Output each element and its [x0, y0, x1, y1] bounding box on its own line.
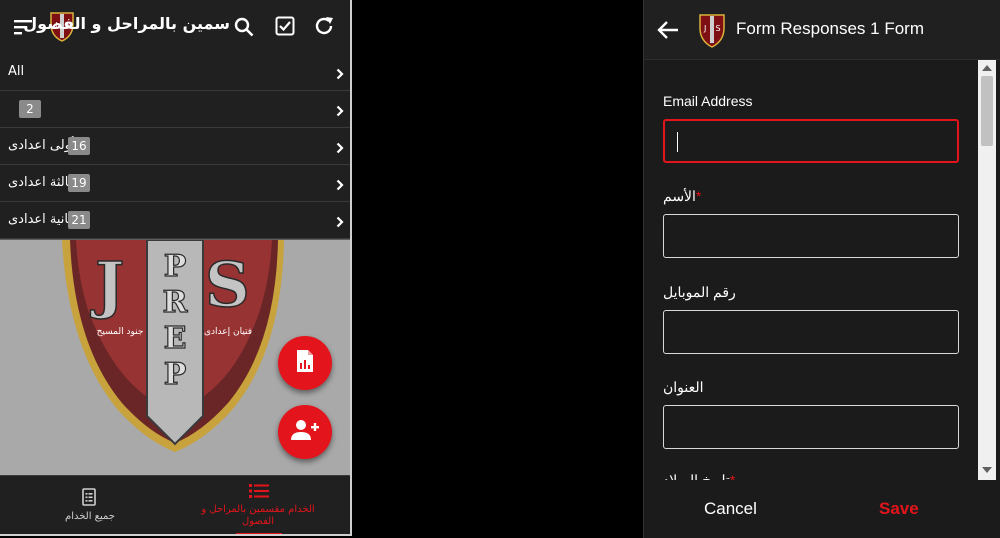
text-cursor — [677, 132, 678, 152]
required-asterisk: * — [729, 472, 736, 480]
list-item-label: أولى اعدادى — [8, 138, 75, 153]
list-item-all[interactable]: All — [0, 54, 350, 91]
add-person-icon — [290, 419, 320, 445]
checkbox-icon[interactable] — [273, 14, 297, 38]
form-title: Form Responses 1 Form — [736, 19, 924, 38]
list-item-label: ثانية اعدادى — [8, 212, 72, 227]
shield-logo-icon: J S — [697, 12, 727, 48]
email-label: Email Address — [663, 93, 753, 109]
chevron-right-icon — [336, 139, 344, 158]
email-field[interactable] — [663, 119, 959, 163]
scrollbar-thumb[interactable] — [981, 76, 993, 146]
refresh-icon[interactable] — [311, 13, 337, 39]
nav-all-servants[interactable]: جميع الخدام — [40, 476, 140, 534]
nav-servants-by-stage-label: الخدام مقسمين بالمراحل و الفصول — [201, 504, 315, 527]
logo-letter-e: E — [164, 321, 187, 356]
count-badge: 16 — [68, 137, 90, 155]
list-item-group[interactable]: ثالثة اعدادى 19 — [0, 165, 350, 202]
groups-panel: J S سمين بالمراحل و الفصول All 2 أولى اع… — [0, 0, 352, 536]
svg-text:J: J — [703, 24, 706, 33]
chevron-right-icon — [336, 213, 344, 232]
bottom-navigation: جميع الخدام الخدام مقسمين بالمراحل و الف… — [0, 475, 350, 534]
screen: J S سمين بالمراحل و الفصول All 2 أولى اع… — [0, 0, 1000, 538]
list-item-label: ثالثة اعدادى — [8, 175, 73, 190]
address-label: العنوان — [663, 379, 704, 395]
response-form: Email Address الأسم* رقم الموبايل العنوا… — [644, 60, 980, 480]
logo-letter-j: J — [90, 248, 124, 321]
mobile-field[interactable] — [663, 310, 959, 354]
nav-selected-indicator — [236, 533, 282, 534]
birthdate-label-partial: تاريخ الميلاد* — [663, 472, 735, 480]
search-icon[interactable] — [232, 15, 256, 39]
count-badge: 21 — [68, 211, 90, 229]
name-label: الأسم* — [663, 188, 702, 204]
list-item-group[interactable]: ثانية اعدادى 21 — [0, 202, 350, 239]
logo-letter-r: R — [163, 285, 189, 320]
logo-letter-p: P — [164, 249, 187, 284]
group-list: All 2 أولى اعدادى 16 ثالثة اعدادى 19 ثان… — [0, 54, 350, 239]
form-app-bar: J S Form Responses 1 Form — [644, 0, 1000, 60]
chevron-right-icon — [336, 65, 344, 84]
report-fab-button[interactable] — [278, 336, 332, 390]
cancel-button[interactable]: Cancel — [704, 499, 757, 519]
address-field[interactable] — [663, 405, 959, 449]
app-title: سمين بالمراحل و الفصول — [23, 14, 230, 33]
form-scrollbar[interactable] — [978, 60, 996, 480]
mobile-label: رقم الموبايل — [663, 284, 736, 300]
logo-letter-s: S — [205, 248, 250, 321]
form-panel: J S Form Responses 1 Form Email Address … — [643, 0, 1000, 538]
back-arrow-icon[interactable] — [656, 18, 680, 42]
chevron-right-icon — [336, 102, 344, 121]
save-button[interactable]: Save — [879, 499, 919, 519]
nav-servants-by-stage[interactable]: الخدام مقسمين بالمراحل و الفصول — [196, 476, 320, 534]
list-icon — [249, 483, 269, 503]
app-bar: J S سمين بالمراحل و الفصول — [0, 0, 350, 54]
list-document-icon — [82, 488, 96, 510]
svg-text:S: S — [716, 24, 721, 33]
required-asterisk: * — [695, 188, 702, 204]
list-item-label: All — [8, 64, 25, 79]
nav-all-servants-label: جميع الخدام — [65, 511, 115, 522]
chevron-right-icon — [336, 176, 344, 195]
logo-caption-left: جنود المسيح — [97, 327, 144, 337]
scroll-down-arrow-icon[interactable] — [982, 467, 992, 473]
report-icon — [295, 349, 315, 377]
scroll-up-arrow-icon[interactable] — [982, 65, 992, 71]
form-actions: Cancel Save — [644, 480, 1000, 538]
count-badge: 2 — [19, 100, 41, 118]
count-badge: 19 — [68, 174, 90, 192]
list-item-group[interactable]: 2 — [0, 91, 350, 128]
logo-letter-p: P — [164, 357, 187, 392]
logo-caption-right: فتيان إعدادى — [204, 327, 252, 337]
list-item-group[interactable]: أولى اعدادى 16 — [0, 128, 350, 165]
add-servant-fab-button[interactable] — [278, 405, 332, 459]
name-field[interactable] — [663, 214, 959, 258]
